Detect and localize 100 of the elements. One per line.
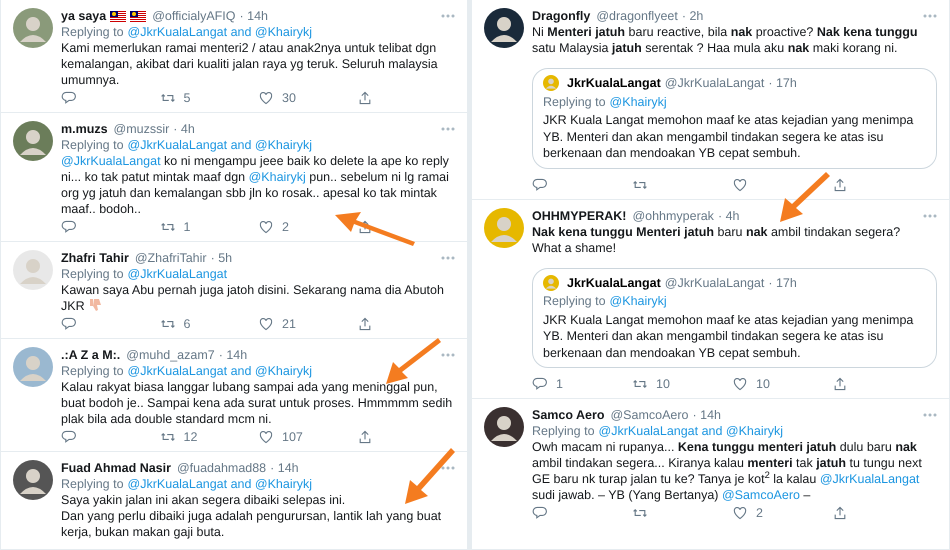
- flag-icon: [130, 10, 146, 22]
- reply-targets-link[interactable]: @Khairykj: [610, 94, 667, 110]
- author-handle: @fuadahmad88: [176, 460, 266, 476]
- share-icon[interactable]: [356, 316, 372, 332]
- like-count: 107: [282, 429, 303, 445]
- reply-targets-link[interactable]: @JkrKualaLangat and @Khairykj: [128, 476, 312, 492]
- replying-label: Replying to: [543, 293, 606, 310]
- retweet-count: 12: [184, 429, 198, 445]
- author-handle: @muhd_azam7: [126, 347, 215, 363]
- retweet-count: 10: [656, 376, 670, 392]
- like-icon[interactable]: [732, 376, 748, 392]
- reply-icon[interactable]: [61, 316, 77, 332]
- reply-targets-link[interactable]: @JkrKualaLangat and @Khairykj: [128, 24, 312, 40]
- share-icon[interactable]: [356, 429, 372, 445]
- author-name: JkrKualaLangat: [567, 274, 661, 291]
- like-count: 2: [756, 505, 763, 521]
- annotation-arrow: [405, 448, 455, 504]
- reply-targets-link[interactable]: @JkrKualaLangat and @Khairykj: [128, 137, 312, 153]
- retweet-count: 5: [184, 90, 190, 106]
- mention-link[interactable]: @JkrKualaLangat: [820, 472, 920, 486]
- author-name: .:A Z a M:.: [61, 347, 120, 363]
- author-name: Samco Aero: [532, 407, 604, 423]
- like-count: 21: [282, 316, 296, 332]
- reply-icon[interactable]: [61, 90, 77, 106]
- post-time: · 4h: [173, 121, 195, 137]
- author-name: ya saya: [61, 8, 106, 24]
- quoted-tweet[interactable]: [532, 68, 937, 168]
- post-time: · 14h: [218, 347, 248, 363]
- mention-link[interactable]: @SamcoAero: [722, 488, 800, 502]
- reply-icon[interactable]: [61, 429, 77, 445]
- like-icon[interactable]: [258, 429, 274, 445]
- tweet-text: Saya yakin jalan ini akan segera dibaiki selepas ini. Dan yang perlu dibaiki juga adalah pengurursan, lantik lah yang buat kerja, bukan makan gaji buta.: [61, 492, 442, 540]
- replying-label: Replying to: [61, 266, 124, 282]
- tweet-text: @JkrKualaLangat ko ni mengampu jeee baik ko delete la ape ko reply ni... ko tak patut mintak maaf dgn @Khairykj pun.. sebelum ni lg ramai org yg jatuh dan kemalangan sbb jln ko rosak.. apesal ko tak mintak maaf.. bodoh..: [61, 153, 450, 217]
- author-handle: @JkrKualaLangat: [664, 75, 764, 92]
- reply-icon[interactable]: [532, 376, 548, 392]
- post-time: · 2h: [682, 8, 704, 24]
- reply-icon[interactable]: [532, 505, 548, 521]
- mention-link[interactable]: @Khairykj: [248, 170, 306, 184]
- post-time: · 5h: [210, 250, 232, 266]
- share-icon[interactable]: [832, 176, 848, 192]
- share-icon[interactable]: [832, 376, 848, 392]
- reply-count: 1: [556, 376, 563, 392]
- avatar: [543, 274, 559, 291]
- author-name: JkrKualaLangat: [567, 75, 661, 92]
- quoted-text: JKR Kuala Langat memohon maaf ke atas kejadian yang menimpa YB. Menteri dan akan mengambil tindakan segera ke atas isu berkenaan dan mendoakan YB cepat sembuh.: [543, 312, 914, 361]
- reply-icon[interactable]: [61, 219, 77, 235]
- avatar: [543, 75, 559, 92]
- reply-targets-link[interactable]: @JkrKualaLangat and @Khairykj: [598, 423, 784, 439]
- reply-targets-link[interactable]: @Khairykj: [610, 293, 667, 310]
- retweet-count: 1: [184, 219, 190, 235]
- quoted-text: JKR Kuala Langat memohon maaf ke atas kejadian yang menimpa YB. Menteri dan akan mengambil tindakan segera ke atas isu berkenaan dan mendoakan YB cepat sembuh.: [543, 112, 914, 162]
- avatar: [13, 121, 53, 161]
- replying-label: Replying to: [61, 24, 124, 40]
- tweet-text: Kawan saya Abu pernah juga jatoh disini. Sekarang nama dia Abutoh JKR: [61, 282, 445, 314]
- replying-label: Replying to: [61, 363, 124, 379]
- mention-link[interactable]: @JkrKualaLangat: [61, 154, 161, 168]
- replying-label: Replying to: [543, 94, 606, 110]
- like-icon[interactable]: [258, 90, 274, 106]
- annotation-arrow: [386, 338, 441, 384]
- post-time: · 17h: [768, 75, 797, 92]
- reply-icon[interactable]: [532, 176, 548, 192]
- replying-label: Replying to: [532, 423, 595, 439]
- author-name: Fuad Ahmad Nasir: [61, 460, 171, 476]
- like-icon[interactable]: [258, 316, 274, 332]
- flag-icon: [110, 10, 126, 22]
- avatar: [13, 460, 53, 500]
- author-handle: @officialyAFIQ: [152, 8, 236, 24]
- avatar: [13, 347, 53, 387]
- like-icon[interactable]: [258, 219, 274, 235]
- share-icon[interactable]: [832, 505, 848, 521]
- tweet-text: Kalau rakyat biasa langgar lubang sampai ada yang meninggal pun, buat bodoh je.. Sampai kena ada surat untuk proses. Hmmmmm sedih plak bila ada double standard mcm ni.: [61, 379, 454, 427]
- author-name: m.muzs: [61, 121, 108, 137]
- like-count: 10: [756, 376, 770, 392]
- like-icon[interactable]: [732, 176, 748, 192]
- author-handle: @dragonflyeet: [596, 8, 678, 24]
- author-name: Dragonfly: [532, 8, 590, 24]
- post-time: · 4h: [718, 208, 740, 224]
- replying-label: Replying to: [61, 137, 124, 153]
- tweet-card[interactable]: [472, 200, 949, 399]
- post-time: · 17h: [768, 274, 797, 291]
- like-count: 2: [282, 219, 289, 235]
- quoted-tweet[interactable]: [532, 268, 937, 368]
- tweet-text: Owh macam ni rupanya... Kena tunggu menteri jatuh dulu baru nak ambil tindakan segera... Kiranya kalau menteri tak jatuh tu tungu next GE baru nk turap jalan tu ke? Tanya je kot$^{2}$ la kalau @JkrKualaLangat sudi jawab. – YB (Yang Bertanya) @SamcoAero –: [532, 439, 923, 503]
- avatar: [13, 250, 53, 290]
- reply-targets-link[interactable]: @JkrKualaLangat and @Khairykj: [128, 363, 312, 379]
- share-icon[interactable]: [356, 90, 372, 106]
- author-handle: @JkrKualaLangat: [664, 274, 764, 291]
- author-name: Zhafri Tahir: [61, 250, 129, 266]
- author-handle: @muzssir: [114, 121, 170, 137]
- annotation-arrow: [780, 172, 830, 222]
- replying-label: Replying to: [61, 476, 124, 492]
- reply-targets-link[interactable]: @JkrKualaLangat: [128, 266, 228, 282]
- post-time: · 14h: [692, 407, 721, 423]
- author-handle: @SamcoAero: [610, 407, 688, 423]
- avatar: [13, 8, 53, 48]
- post-time: · 14h: [270, 460, 299, 476]
- like-icon[interactable]: [732, 505, 748, 521]
- post-time: · 14h: [240, 8, 268, 24]
- share-icon[interactable]: [356, 219, 372, 235]
